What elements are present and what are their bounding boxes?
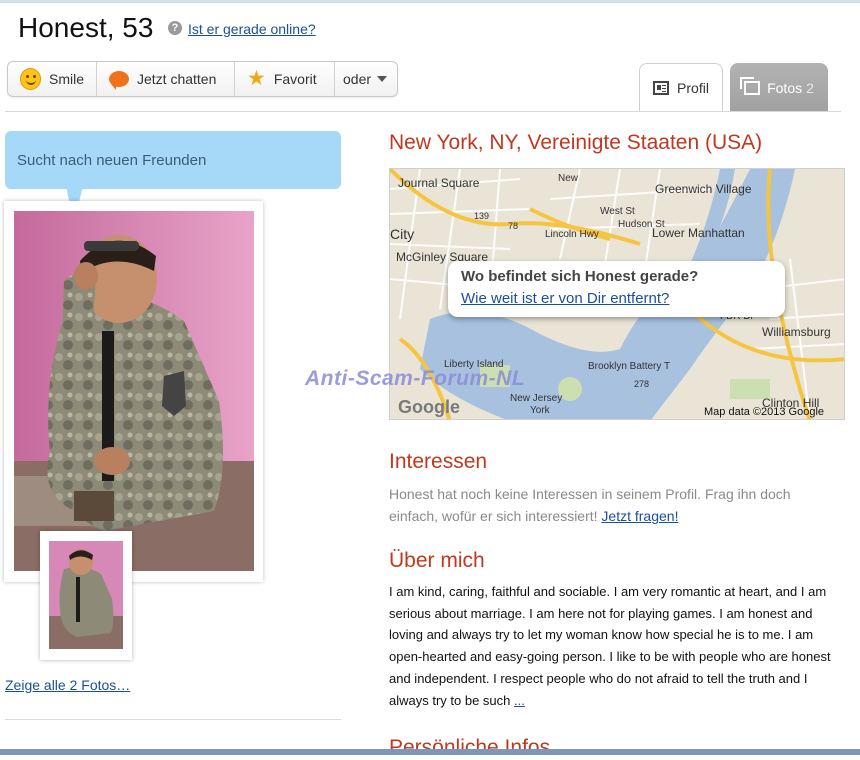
- google-logo: Google: [398, 397, 460, 417]
- smile-label: Smile: [48, 71, 84, 87]
- map-label-new-jersey: New Jersey: [510, 393, 562, 404]
- profile-title: Honest, 53: [18, 12, 154, 43]
- map-credit: Map data ©2013 Google: [704, 406, 825, 418]
- profile-photo[interactable]: [14, 211, 254, 571]
- profile-card-icon: [653, 81, 670, 95]
- about-text: I am kind, caring, faithful and sociable…: [389, 584, 831, 708]
- distance-link[interactable]: Wie weit ist er von Dir entfernt?: [461, 290, 669, 307]
- map-label-greenwich-village: Greenwich Village: [655, 182, 752, 196]
- tab-profil[interactable]: Profil: [639, 63, 723, 112]
- more-dropdown[interactable]: oder: [335, 62, 395, 96]
- favorite-label: Favorit: [273, 71, 317, 87]
- map-label-route-139: 139: [474, 211, 489, 221]
- map-label-lower-manhattan: Lower Manhattan: [652, 226, 745, 240]
- photos-icon: [740, 76, 761, 95]
- map-label-route-278: 278: [634, 379, 649, 389]
- tab-fotos-label: Fotos: [767, 79, 803, 96]
- show-all-photos-link[interactable]: Zeige alle 2 Fotos…: [5, 677, 130, 693]
- tab-profil-label: Profil: [677, 80, 709, 96]
- favorite-button[interactable]: ★ Favorit: [235, 62, 335, 96]
- chat-bubble-icon: [109, 71, 129, 90]
- map-label-route-78: 78: [508, 221, 518, 231]
- ask-now-link[interactable]: Jetzt fragen!: [601, 508, 678, 524]
- watermark: Anti-Scam-Forum-NL: [305, 367, 526, 390]
- tab-fotos-count: 2: [806, 79, 814, 96]
- interests-heading: Interessen: [389, 450, 488, 473]
- map-label-city: City: [390, 226, 414, 242]
- tab-fotos[interactable]: Fotos 2: [730, 63, 828, 112]
- main-photo-frame[interactable]: [4, 201, 263, 582]
- chat-button[interactable]: Jetzt chatten: [97, 62, 235, 96]
- photo-thumbnail[interactable]: [49, 541, 123, 649]
- read-more-link[interactable]: ...: [514, 693, 525, 708]
- star-icon: ★: [247, 67, 266, 90]
- map-label-lincoln-hwy: Lincoln Hwy: [545, 229, 599, 240]
- smile-icon: [20, 68, 41, 90]
- status-bubble-text: Sucht nach neuen Freunden: [17, 152, 207, 169]
- chevron-down-icon: [377, 76, 388, 82]
- personal-info-heading: Persönliche Infos: [389, 736, 551, 759]
- left-divider: [5, 719, 341, 720]
- online-status-link[interactable]: Ist er gerade online?: [188, 21, 316, 37]
- map-label-west-st: West St: [600, 206, 635, 217]
- smile-button[interactable]: Smile: [8, 62, 97, 96]
- map-label-williamsburg: Williamsburg: [762, 325, 831, 339]
- action-bar: Smile Jetzt chatten ★ Favorit oder: [7, 61, 398, 97]
- more-label: oder: [343, 71, 372, 87]
- status-bubble: Sucht nach neuen Freunden: [5, 131, 341, 189]
- header-divider: [5, 111, 841, 112]
- map-label-york: York: [530, 405, 551, 416]
- map-popup: Wo befindet sich Honest gerade? Wie weit…: [448, 261, 785, 317]
- map-popup-question: Wo befindet sich Honest gerade?: [461, 268, 699, 285]
- question-mark-icon[interactable]: ?: [168, 21, 182, 35]
- browser-frame-top: [0, 0, 860, 3]
- map-label-brooklyn-battery: Brooklyn Battery T: [588, 361, 670, 372]
- thumbnail-frame[interactable]: [40, 531, 132, 660]
- interests-body: Honest hat noch keine Interessen in sein…: [389, 483, 839, 527]
- chat-label: Jetzt chatten: [137, 71, 217, 87]
- taskbar: [0, 749, 860, 755]
- interests-text: Honest hat noch keine Interessen in sein…: [389, 486, 791, 524]
- map-label-journal-square: Journal Square: [398, 176, 480, 190]
- map-label-new: New: [558, 173, 579, 184]
- map-label-hudson-st: Hudson St: [618, 219, 665, 230]
- about-body: I am kind, caring, faithful and sociable…: [389, 581, 841, 711]
- about-heading: Über mich: [389, 549, 485, 572]
- location-title: New York, NY, Vereinigte Staaten (USA): [389, 131, 763, 154]
